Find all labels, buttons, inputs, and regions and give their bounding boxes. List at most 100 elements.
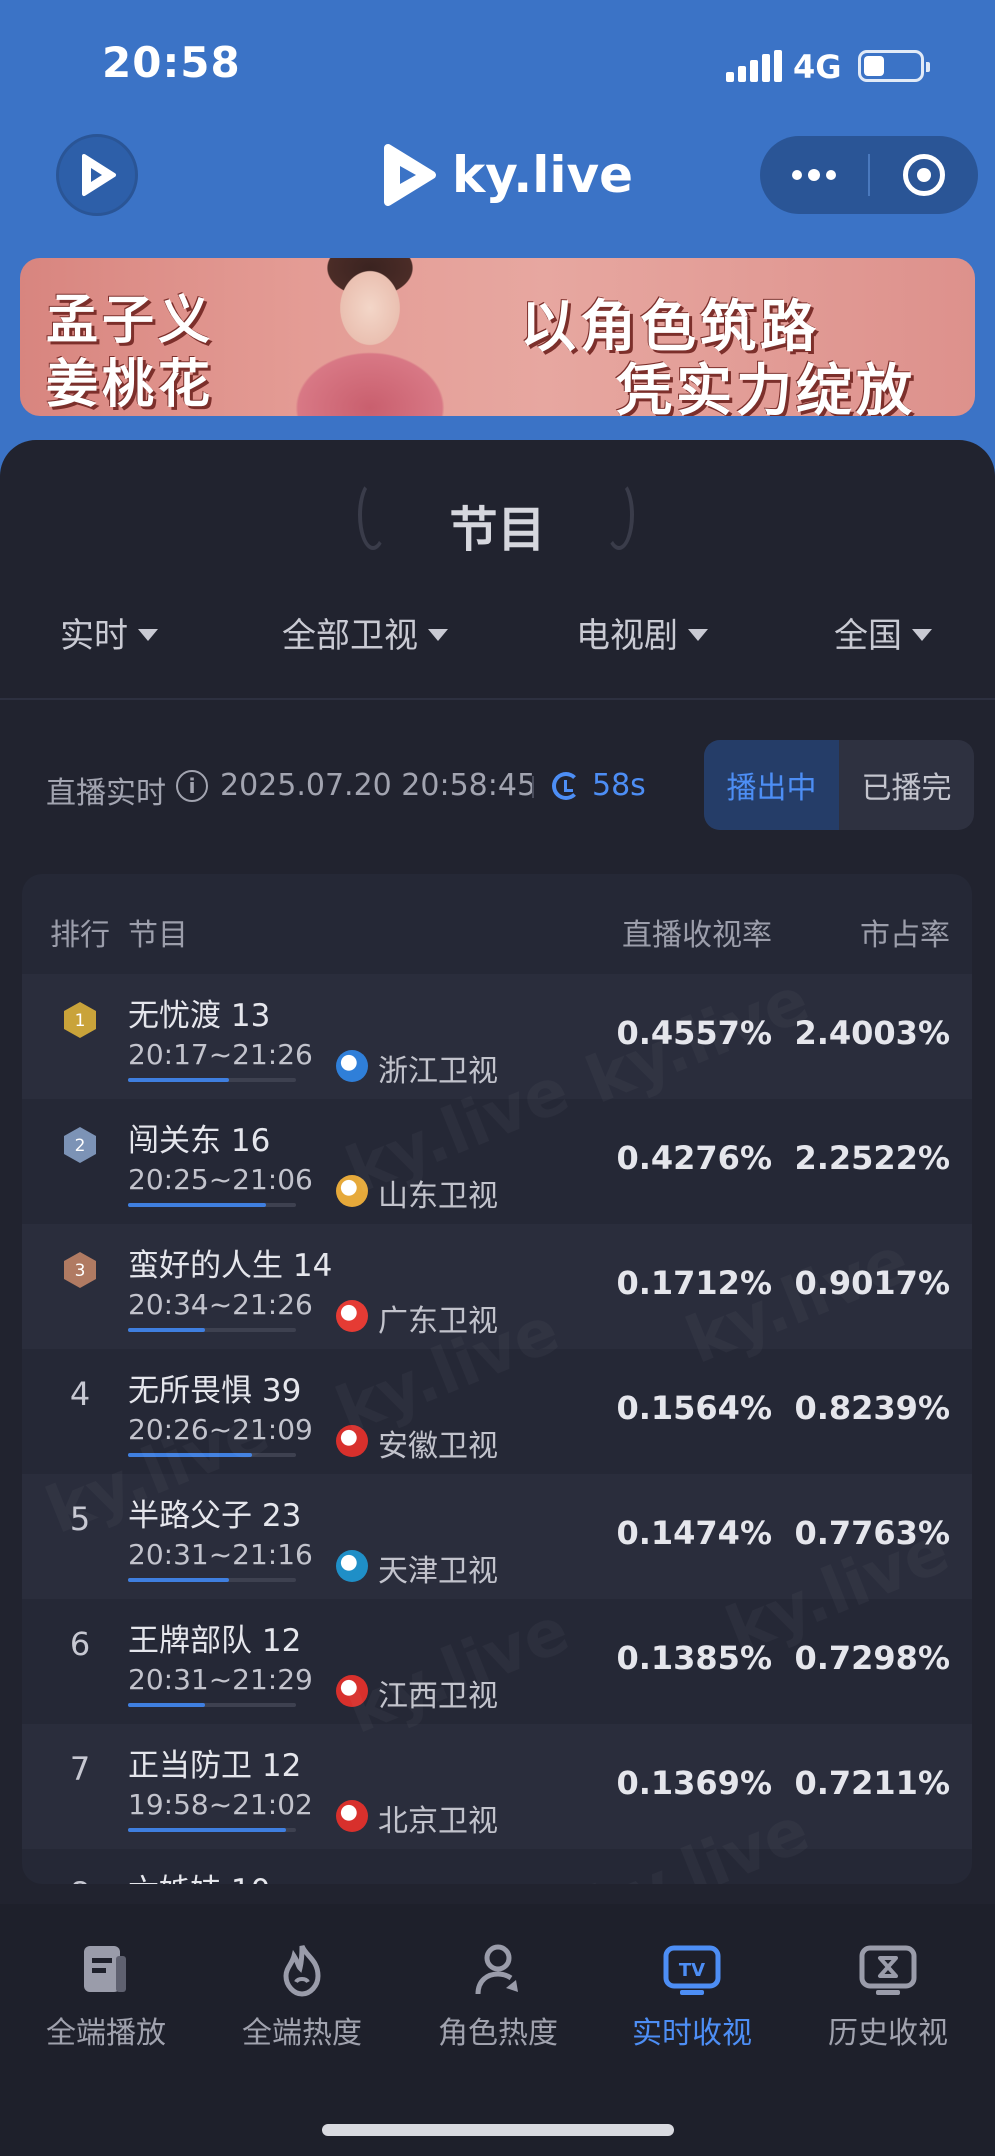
status-time: 20:58 <box>102 38 241 87</box>
status-bar: 20:58 4G <box>0 0 995 130</box>
table-row[interactable]: 5 半路父子 23 20:31~21:16 天津卫视 0.1474% 0.7763% <box>22 1474 972 1599</box>
rank-medal-icon: 2 <box>64 1127 96 1163</box>
program-name: 蛮好的人生 14 <box>128 1248 333 1284</box>
live-rating: 0.4557% <box>616 1014 772 1052</box>
channel-name: 安徽卫视 <box>378 1429 498 1464</box>
program-time: 20:26~21:09 <box>128 1413 313 1446</box>
app-header: ky.live <box>0 130 995 250</box>
info-icon[interactable]: i <box>176 770 208 802</box>
program-name: 闯关东 16 <box>128 1123 271 1159</box>
play-logo-button[interactable] <box>56 134 138 216</box>
more-button[interactable] <box>760 136 868 214</box>
tab-all-play[interactable]: 全端播放 <box>16 1942 196 2052</box>
program-name: 无所畏惧 39 <box>128 1373 302 1409</box>
channel-logo-icon <box>336 1175 368 1207</box>
more-dots-icon <box>792 168 836 181</box>
airing-progress-bar <box>128 1203 296 1207</box>
signal-icon <box>726 50 782 82</box>
table-row[interactable]: 8 六姊妹 10 <box>22 1849 972 1884</box>
channel-logo-icon <box>336 1300 368 1332</box>
live-rating: 0.1474% <box>616 1514 772 1552</box>
airing-progress-bar <box>128 1828 296 1832</box>
app-logo: ky.live <box>380 140 633 210</box>
channel-logo-icon <box>336 1675 368 1707</box>
program-name: 无忧渡 13 <box>128 998 271 1034</box>
segment-airing[interactable]: 播出中 <box>704 740 839 830</box>
refresh-countdown[interactable]: 58s <box>592 768 646 803</box>
home-indicator <box>322 2124 674 2136</box>
airing-progress-bar <box>128 1703 296 1707</box>
table-row[interactable]: 2 闯关东 16 20:25~21:06 山东卫视 0.4276% 2.2522% <box>22 1099 972 1224</box>
program-name: 正当防卫 12 <box>128 1748 302 1784</box>
tab-all-heat[interactable]: 全端热度 <box>212 1942 392 2052</box>
airing-progress-bar <box>128 1453 296 1457</box>
channel-logo-icon <box>336 1425 368 1457</box>
rank-number: 3 <box>75 1261 86 1281</box>
channel-logo-icon <box>336 1800 368 1832</box>
channel-name: 浙江卫视 <box>378 1054 498 1089</box>
channel-name: 广东卫视 <box>378 1304 498 1339</box>
person-icon <box>468 1942 528 1998</box>
filter-channel[interactable]: 全部卫视 <box>282 608 448 657</box>
rank-number: 6 <box>69 1625 91 1663</box>
live-rating: 0.1385% <box>616 1639 772 1677</box>
tab-label: 全端热度 <box>242 2016 362 2051</box>
channel-name: 山东卫视 <box>378 1179 498 1214</box>
caret-down-icon <box>688 628 708 641</box>
section-title: 节目 <box>449 502 546 558</box>
tab-label: 全端播放 <box>46 2016 166 2051</box>
banner-line-4: 凭实力绽放 <box>616 359 916 416</box>
bottom-tab-bar: 全端播放 全端热度 角色热度 TV 实时收视 历史收视 <box>0 1904 995 2156</box>
airing-progress-bar <box>128 1078 296 1082</box>
header-rank: 排行 <box>50 918 110 953</box>
filter-time[interactable]: 实时 <box>60 608 158 657</box>
market-share: 0.8239% <box>794 1389 950 1427</box>
ky-logo-icon <box>384 144 436 206</box>
channel-logo-icon <box>336 1550 368 1582</box>
divider <box>0 698 995 700</box>
header-rating[interactable]: 直播收视率 <box>622 910 772 954</box>
refresh-icon[interactable] <box>552 772 580 800</box>
channel-logo-icon <box>336 1050 368 1082</box>
table-row[interactable]: 1 无忧渡 13 20:17~21:26 浙江卫视 0.4557% 2.4003% <box>22 974 972 1099</box>
table-row[interactable]: 4 无所畏惧 39 20:26~21:09 安徽卫视 0.1564% 0.8239% <box>22 1349 972 1474</box>
mini-program-capsule <box>760 136 978 214</box>
airing-toggle: 播出中 已播完 <box>704 740 974 830</box>
tab-label: 历史收视 <box>828 2016 948 2051</box>
market-share: 2.4003% <box>794 1014 950 1052</box>
filter-region[interactable]: 全国 <box>834 608 932 657</box>
flame-icon <box>272 1942 332 1998</box>
header-program: 节目 <box>128 918 188 953</box>
channel-name: 江西卫视 <box>378 1679 498 1714</box>
live-timestamp: 2025.07.20 20:58:45 <box>220 768 537 803</box>
live-label: 直播实时 <box>46 776 166 811</box>
banner-portrait <box>270 258 470 416</box>
caret-down-icon <box>912 628 932 641</box>
live-rating: 0.1564% <box>616 1389 772 1427</box>
battery-icon <box>858 50 930 82</box>
filter-genre[interactable]: 电视剧 <box>576 608 708 657</box>
rank-medal-icon: 1 <box>64 1002 96 1038</box>
rank-number: 2 <box>75 1136 86 1156</box>
rank-number: 4 <box>69 1375 91 1413</box>
tab-history-ratings[interactable]: 历史收视 <box>798 1942 978 2052</box>
filter-label: 全部卫视 <box>282 616 418 656</box>
table-row[interactable]: 3 蛮好的人生 14 20:34~21:26 广东卫视 0.1712% 0.9017% <box>22 1224 972 1349</box>
program-time: 20:25~21:06 <box>128 1163 313 1196</box>
live-rating: 0.1712% <box>616 1264 772 1302</box>
table-row[interactable]: 6 王牌部队 12 20:31~21:29 江西卫视 0.1385% 0.7298% <box>22 1599 972 1724</box>
segment-finished[interactable]: 已播完 <box>839 740 974 830</box>
market-share: 0.9017% <box>794 1264 950 1302</box>
program-time: 20:34~21:26 <box>128 1288 313 1321</box>
table-row[interactable]: 7 正当防卫 12 19:58~21:02 北京卫视 0.1369% 0.7211% <box>22 1724 972 1849</box>
close-miniprogram-button[interactable] <box>870 136 978 214</box>
tab-role-heat[interactable]: 角色热度 <box>408 1942 588 2052</box>
tab-live-ratings[interactable]: TV 实时收视 <box>602 1942 782 2052</box>
filter-label: 全国 <box>834 616 902 656</box>
live-rating: 0.1369% <box>616 1764 772 1802</box>
header-share[interactable]: 市占率 <box>860 910 950 954</box>
channel-name: 天津卫视 <box>378 1554 498 1589</box>
rank-number: 8 <box>60 1875 100 1884</box>
promo-banner[interactable]: 孟子义 姜桃花 以角色筑路 凭实力绽放 <box>20 258 975 416</box>
rank-medal-icon: 3 <box>64 1252 96 1288</box>
